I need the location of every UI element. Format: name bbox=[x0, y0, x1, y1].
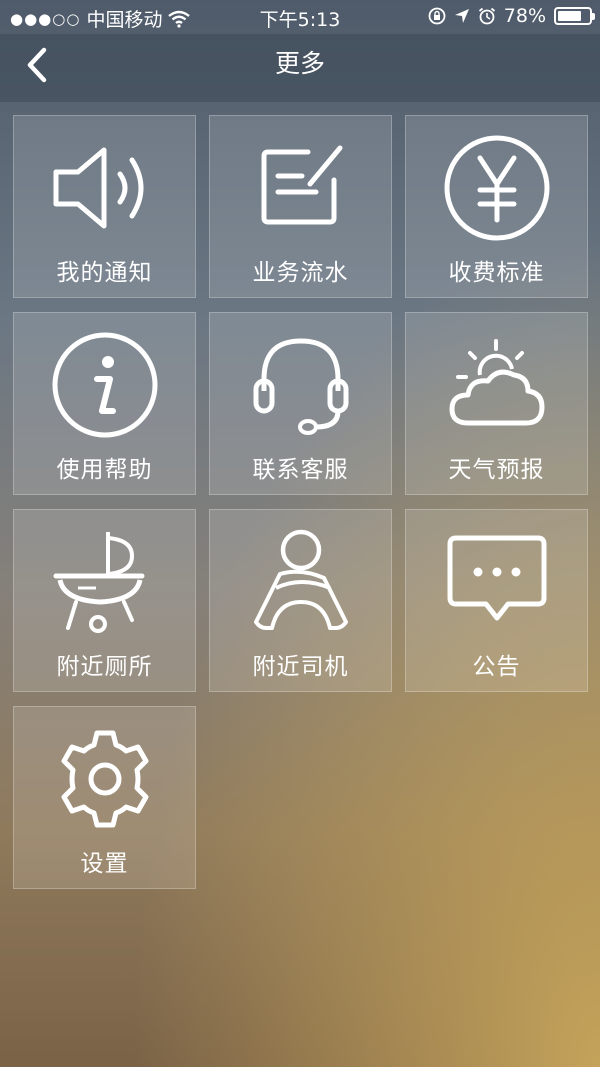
edit-note-icon bbox=[261, 145, 342, 225]
tile-nearby-toilet[interactable]: 附近厕所 bbox=[13, 509, 196, 692]
tile-label: 我的通知 bbox=[56, 260, 153, 286]
tile-label: 附近厕所 bbox=[56, 654, 153, 680]
tile-label: 天气预报 bbox=[448, 457, 545, 483]
menu-grid: 我的通知 业务流水 收费标准 使用帮助 联系客服 天气预报 附近厕所 附近司机 … bbox=[13, 115, 588, 889]
battery-percent: 78% bbox=[503, 5, 546, 27]
weather-icon bbox=[449, 339, 544, 426]
tile-announcements[interactable]: 公告 bbox=[405, 509, 588, 692]
navigation-bar: 更多 bbox=[0, 34, 600, 102]
tile-fee-standard[interactable]: 收费标准 bbox=[405, 115, 588, 298]
tile-weather[interactable]: 天气预报 bbox=[405, 312, 588, 495]
yen-icon bbox=[444, 135, 549, 241]
tile-settings[interactable]: 设置 bbox=[13, 706, 196, 889]
tile-customer-service[interactable]: 联系客服 bbox=[209, 312, 392, 495]
battery-icon bbox=[554, 7, 595, 25]
speaker-icon bbox=[53, 147, 143, 229]
driver-icon bbox=[253, 529, 348, 630]
status-bar: ●●●○○ 中国移动 下午5:13 78% bbox=[0, 0, 600, 34]
headset-icon bbox=[253, 338, 348, 435]
tile-my-notifications[interactable]: 我的通知 bbox=[13, 115, 196, 298]
location-arrow-icon bbox=[454, 9, 469, 23]
gear-icon bbox=[61, 730, 148, 828]
tile-label: 使用帮助 bbox=[56, 457, 153, 483]
status-right: 78% bbox=[428, 5, 595, 27]
alarm-clock-icon bbox=[478, 7, 495, 25]
orientation-lock-icon bbox=[428, 7, 446, 25]
info-icon bbox=[52, 332, 157, 438]
battery-level-fill bbox=[558, 11, 582, 21]
tile-label: 公告 bbox=[472, 654, 521, 680]
tile-nearby-drivers[interactable]: 附近司机 bbox=[209, 509, 392, 692]
grill-icon bbox=[53, 532, 144, 633]
tile-business-records[interactable]: 业务流水 bbox=[209, 115, 392, 298]
chat-bubble-icon bbox=[447, 535, 546, 621]
tile-label: 设置 bbox=[80, 851, 129, 877]
tile-help[interactable]: 使用帮助 bbox=[13, 312, 196, 495]
tile-label: 业务流水 bbox=[252, 260, 349, 286]
tile-label: 附近司机 bbox=[252, 654, 349, 680]
tile-label: 联系客服 bbox=[252, 457, 349, 483]
page-title: 更多 bbox=[274, 49, 325, 78]
tile-label: 收费标准 bbox=[448, 260, 545, 286]
